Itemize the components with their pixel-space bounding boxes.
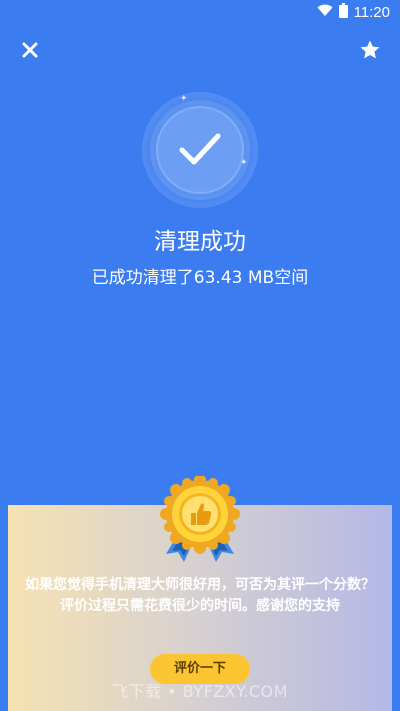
battery-icon xyxy=(338,3,348,22)
sparkle-icon: ✦ xyxy=(180,94,188,104)
star-icon xyxy=(360,40,380,59)
thumbs-up-badge-icon xyxy=(158,474,242,564)
result-subtitle: 已成功清理了63.43 MB空间 xyxy=(91,268,309,288)
rating-message: 如果您觉得手机清理大师很好用，可否为其评一个分数？评价过程只需花费很少的时间。感… xyxy=(25,577,375,614)
status-icons: 11:20 xyxy=(317,3,390,22)
top-bar xyxy=(0,36,400,64)
wifi-icon xyxy=(317,4,333,21)
status-bar: 11:20 xyxy=(0,0,400,24)
close-button[interactable] xyxy=(18,38,42,62)
sparkle-icon: ✦ xyxy=(240,158,248,168)
success-indicator: ✦ ✦ xyxy=(140,90,260,210)
close-icon xyxy=(22,42,38,58)
watermark: 飞下载 • BYFZXY.COM xyxy=(112,682,288,701)
check-circle xyxy=(158,108,242,192)
status-time: 11:20 xyxy=(353,4,390,21)
result-title: 清理成功 xyxy=(154,229,246,255)
check-icon xyxy=(179,133,221,165)
cleanup-result-screen: 11:20 ✦ ✦ 清理成功 已成功清理了63.43 MB空间 如果您觉得手机清… xyxy=(0,0,400,711)
favorite-button[interactable] xyxy=(358,38,382,62)
